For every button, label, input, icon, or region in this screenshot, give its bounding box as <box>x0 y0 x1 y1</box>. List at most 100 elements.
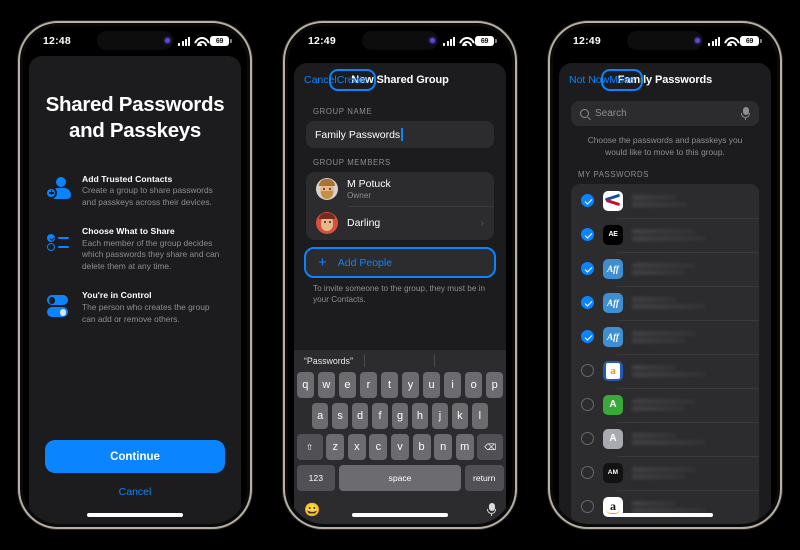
home-indicator[interactable] <box>617 513 713 517</box>
group-name-label: GROUP NAME <box>313 107 373 116</box>
key-w[interactable]: w <box>317 372 336 398</box>
key-n[interactable]: n <box>434 434 453 460</box>
key-r[interactable]: r <box>359 372 378 398</box>
key-y[interactable]: y <box>401 372 420 398</box>
password-row[interactable]: a <box>571 489 759 524</box>
mic-icon[interactable] <box>741 107 750 120</box>
key-s[interactable]: s <box>331 403 349 429</box>
key-g[interactable]: g <box>391 403 409 429</box>
continue-button[interactable]: Continue <box>45 440 225 473</box>
password-row[interactable]: A <box>571 421 759 456</box>
key-a[interactable]: a <box>311 403 329 429</box>
checkbox-checked-icon[interactable] <box>581 194 594 208</box>
home-indicator[interactable] <box>352 513 448 517</box>
password-row[interactable]: A <box>571 387 759 422</box>
member-name: Darling <box>347 217 381 229</box>
feature-title: You're in Control <box>82 290 152 301</box>
key-l[interactable]: l <box>471 403 489 429</box>
password-row[interactable]: Aff <box>571 319 759 354</box>
checkbox-checked-icon[interactable] <box>581 262 594 276</box>
password-row[interactable] <box>571 184 759 218</box>
status-time: 12:49 <box>308 35 336 47</box>
key-z[interactable]: z <box>326 434 345 460</box>
home-indicator[interactable] <box>87 513 183 517</box>
phone-1: 12:48 69 Shared Passwords and Passkeys A… <box>18 21 252 529</box>
checkbox-checked-icon[interactable] <box>581 228 594 242</box>
checkbox-unchecked-icon[interactable] <box>581 398 594 412</box>
add-people-button[interactable]: + Add People <box>304 247 496 278</box>
keyboard: “Passwords” q w e r t y u i o p a s d f … <box>294 350 506 524</box>
wifi-icon <box>194 37 206 46</box>
key-j[interactable]: j <box>431 403 449 429</box>
key-p[interactable]: p <box>485 372 504 398</box>
avatar <box>316 178 338 200</box>
feature-description: The person who creates the group can add… <box>82 301 210 324</box>
return-key[interactable]: return <box>464 465 504 491</box>
person-add-icon <box>45 176 71 202</box>
checkbox-checked-icon[interactable] <box>581 330 594 344</box>
emoji-icon[interactable]: 😀 <box>304 503 320 516</box>
key-v[interactable]: v <box>390 434 410 460</box>
password-row[interactable]: a <box>571 353 759 388</box>
search-input[interactable]: Search <box>571 101 759 126</box>
move-button[interactable]: Move <box>601 69 643 91</box>
keyboard-rows: q w e r t y u i o p a s d f g h j k l ⇧ … <box>294 372 506 491</box>
text-caret <box>401 128 403 141</box>
battery-icon: 69 <box>475 36 497 46</box>
key-i[interactable]: i <box>443 372 462 398</box>
key-o[interactable]: o <box>464 372 483 398</box>
group-members-label: GROUP MEMBERS <box>313 158 391 167</box>
phone-3-screen: 12:49 69 Not Now Family Passwords Move S… <box>553 26 777 524</box>
dynamic-island <box>627 31 703 50</box>
checkbox-unchecked-icon[interactable] <box>581 500 594 514</box>
key-e[interactable]: e <box>338 372 357 398</box>
phone-2: 12:49 69 Cancel New Shared Group Create … <box>283 21 517 529</box>
password-row[interactable]: AE <box>571 217 759 252</box>
key-u[interactable]: u <box>422 372 441 398</box>
feature-description: Create a group to share passwords and pa… <box>82 185 213 208</box>
space-key[interactable]: space <box>338 465 462 491</box>
cancel-button[interactable]: Cancel <box>45 486 225 498</box>
checkbox-checked-icon[interactable] <box>581 296 594 310</box>
key-t[interactable]: t <box>380 372 399 398</box>
onboarding-sheet: Shared Passwords and Passkeys Add Truste… <box>29 56 241 524</box>
dynamic-island <box>97 31 173 50</box>
password-entry-text <box>632 296 749 309</box>
status-icons: 69 <box>708 36 762 46</box>
privacy-indicator-icon <box>430 38 435 43</box>
member-row[interactable]: M Potuck Owner <box>306 172 494 206</box>
key-c[interactable]: c <box>369 434 388 460</box>
mic-icon[interactable] <box>487 502 496 516</box>
backspace-key[interactable]: ⌫ <box>477 434 504 460</box>
key-q[interactable]: q <box>296 372 315 398</box>
helper-text: Choose the passwords and passkeys you wo… <box>587 135 743 157</box>
phone-2-screen: 12:49 69 Cancel New Shared Group Create … <box>288 26 512 524</box>
phone-1-screen: 12:48 69 Shared Passwords and Passkeys A… <box>23 26 247 524</box>
checkbox-unchecked-icon[interactable] <box>581 466 594 480</box>
shift-key[interactable]: ⇧ <box>296 434 323 460</box>
status-time: 12:48 <box>43 35 71 47</box>
plus-icon: + <box>318 254 327 271</box>
key-k[interactable]: k <box>451 403 469 429</box>
key-m[interactable]: m <box>455 434 474 460</box>
suggestion-word[interactable]: “Passwords” <box>304 356 353 366</box>
password-row[interactable]: AM <box>571 455 759 490</box>
key-x[interactable]: x <box>347 434 366 460</box>
numbers-key[interactable]: 123 <box>296 465 336 491</box>
group-name-input[interactable]: Family Passwords <box>306 121 494 148</box>
password-row[interactable]: Aff <box>571 285 759 320</box>
checkbox-unchecked-icon[interactable] <box>581 432 594 446</box>
create-button[interactable]: Create <box>328 69 377 91</box>
key-d[interactable]: d <box>351 403 369 429</box>
member-row[interactable]: Darling › <box>306 206 494 240</box>
key-f[interactable]: f <box>371 403 389 429</box>
key-b[interactable]: b <box>412 434 431 460</box>
password-entry-text <box>632 432 749 445</box>
feature-title: Add Trusted Contacts <box>82 173 173 184</box>
status-icons: 69 <box>178 36 232 46</box>
checkbox-unchecked-icon[interactable] <box>581 364 594 378</box>
key-h[interactable]: h <box>411 403 429 429</box>
aff-blue-favicon-3: Aff <box>603 326 623 347</box>
toggles-icon <box>45 292 71 318</box>
password-row[interactable]: Aff <box>571 251 759 286</box>
